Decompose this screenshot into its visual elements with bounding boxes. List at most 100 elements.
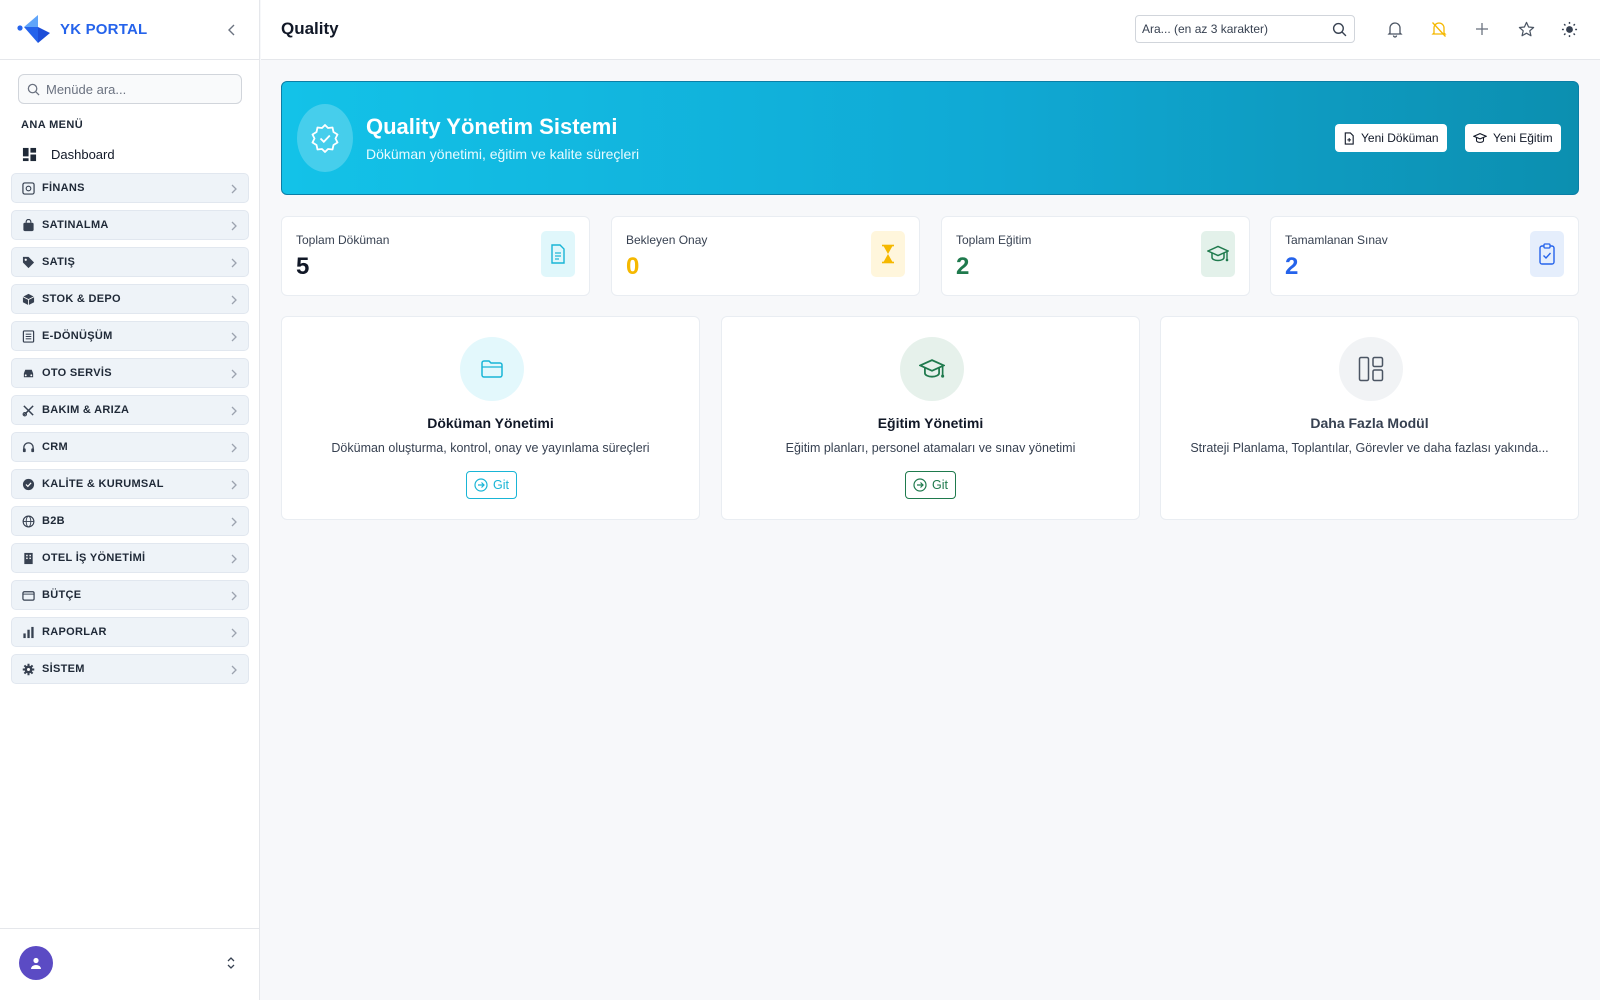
chevron-up-down-icon [227,957,235,969]
sidebar-item-label: SATINALMA [42,219,109,231]
chevron-right-icon [230,626,238,644]
sidebar-footer [0,928,260,1000]
menu-search[interactable] [18,74,242,104]
global-search-input[interactable] [1142,22,1324,36]
chevron-left-icon [228,24,235,36]
stat-card-total-documents: Toplam Döküman 5 [281,216,590,296]
sidebar-item-otel[interactable]: OTEL İŞ YÖNETİMİ [11,543,249,573]
sidebar-item-e-donusum[interactable]: E-DÖNÜŞÜM [11,321,249,351]
sidebar-item-stok-depo[interactable]: STOK & DEPO [11,284,249,314]
sidebar-item-dashboard[interactable]: Dashboard [22,143,115,165]
stat-card-completed-exams: Tamamlanan Sınav 2 [1270,216,1579,296]
sidebar-item-finans[interactable]: FİNANS [11,173,249,203]
shopping-bag-icon [21,218,35,232]
module-description: Strateji Planlama, Toplantılar, Görevler… [1190,441,1549,455]
sidebar-item-sistem[interactable]: SİSTEM [11,654,249,684]
chevron-right-icon [230,589,238,607]
file-plus-icon [1344,131,1354,145]
folder-icon [460,337,524,401]
headset-icon [21,440,35,454]
sidebar-item-label: STOK & DEPO [42,293,121,305]
sidebar-item-raporlar[interactable]: RAPORLAR [11,617,249,647]
sidebar-item-satis[interactable]: SATIŞ [11,247,249,277]
chevron-right-icon [230,293,238,311]
module-description: Döküman oluşturma, kontrol, onay ve yayı… [331,441,650,455]
module-card-training: Eğitim Yönetimi Eğitim planları, persone… [721,316,1140,520]
module-title: Döküman Yönetimi [427,415,554,431]
mute-notifications-button[interactable] [1428,18,1450,40]
logo-icon [16,13,50,47]
sidebar-item-label: CRM [42,441,68,453]
sidebar-item-kalite-kurumsal[interactable]: KALİTE & KURUMSAL [11,469,249,499]
user-menu-toggle[interactable] [226,955,236,976]
stat-label: Tamamlanan Sınav [1285,233,1388,247]
building-icon [21,551,35,565]
stat-value: 5 [296,253,310,280]
wallet-icon [21,588,35,602]
theme-toggle-button[interactable] [1558,18,1580,40]
clipboard-check-icon [1530,231,1564,277]
avatar[interactable] [19,946,53,980]
chevron-right-icon [230,663,238,681]
sun-icon [1561,21,1577,37]
collapse-sidebar-button[interactable] [220,18,244,42]
chevron-right-icon [230,478,238,496]
go-button-label: Git [493,478,509,492]
quality-badge-icon [297,104,353,172]
plus-icon [1476,23,1488,35]
chevron-right-icon [230,552,238,570]
add-button[interactable] [1471,18,1493,40]
tools-icon [21,403,35,417]
arrow-circle-right-icon [474,478,488,492]
sidebar-item-label: KALİTE & KURUMSAL [42,478,164,490]
stat-label: Toplam Döküman [296,233,390,247]
stat-value: 2 [956,253,970,280]
hero-banner: Quality Yönetim Sistemi Döküman yönetimi… [281,81,1579,195]
gear-icon [21,662,35,676]
chevron-right-icon [230,515,238,533]
global-search[interactable] [1135,15,1355,43]
favorites-button[interactable] [1515,18,1537,40]
sidebar-menu: FİNANS SATINALMA SATIŞ STOK & DEPO E-DÖN… [11,173,249,691]
sidebar-item-b2b[interactable]: B2B [11,506,249,536]
sidebar-item-label: SATIŞ [42,256,76,268]
sidebar-item-label: E-DÖNÜŞÜM [42,330,113,342]
module-card-documents: Döküman Yönetimi Döküman oluşturma, kont… [281,316,700,520]
bell-icon [1387,21,1403,38]
sidebar-item-label: FİNANS [42,182,85,194]
go-training-button[interactable]: Git [905,471,956,499]
sidebar-item-oto-servis[interactable]: OTO SERVİS [11,358,249,388]
sidebar-item-label: SİSTEM [42,663,85,675]
hero-subtitle: Döküman yönetimi, eğitim ve kalite süreç… [366,146,640,162]
sidebar-item-label: B2B [42,515,65,527]
chevron-right-icon [230,441,238,459]
go-documents-button[interactable]: Git [466,471,517,499]
stat-card-total-training: Toplam Eğitim 2 [941,216,1250,296]
bell-off-icon [1431,21,1447,37]
chevron-right-icon [230,219,238,237]
stat-value: 0 [626,253,640,280]
notifications-button[interactable] [1384,18,1406,40]
sidebar-item-satinalma[interactable]: SATINALMA [11,210,249,240]
star-icon [1518,21,1534,36]
menu-search-input[interactable] [46,81,226,97]
sidebar-item-label: OTEL İŞ YÖNETİMİ [42,552,146,564]
search-icon [27,83,40,96]
chevron-right-icon [230,367,238,385]
chevron-right-icon [230,182,238,200]
user-icon [31,957,41,969]
sidebar-item-label: BÜTÇE [42,589,82,601]
globe-icon [21,514,35,528]
tag-icon [21,255,35,269]
new-training-button[interactable]: Yeni Eğitim [1465,124,1561,152]
new-document-button[interactable]: Yeni Döküman [1335,124,1447,152]
sidebar-item-bakim-ariza[interactable]: BAKIM & ARIZA [11,395,249,425]
sidebar-item-label: Dashboard [51,146,115,162]
search-icon[interactable] [1332,22,1347,42]
module-title: Eğitim Yönetimi [877,415,984,431]
new-training-label: Yeni Eğitim [1493,131,1553,145]
stat-label: Bekleyen Onay [626,233,708,247]
box-icon [21,292,35,306]
sidebar-item-butce[interactable]: BÜTÇE [11,580,249,610]
sidebar-item-crm[interactable]: CRM [11,432,249,462]
